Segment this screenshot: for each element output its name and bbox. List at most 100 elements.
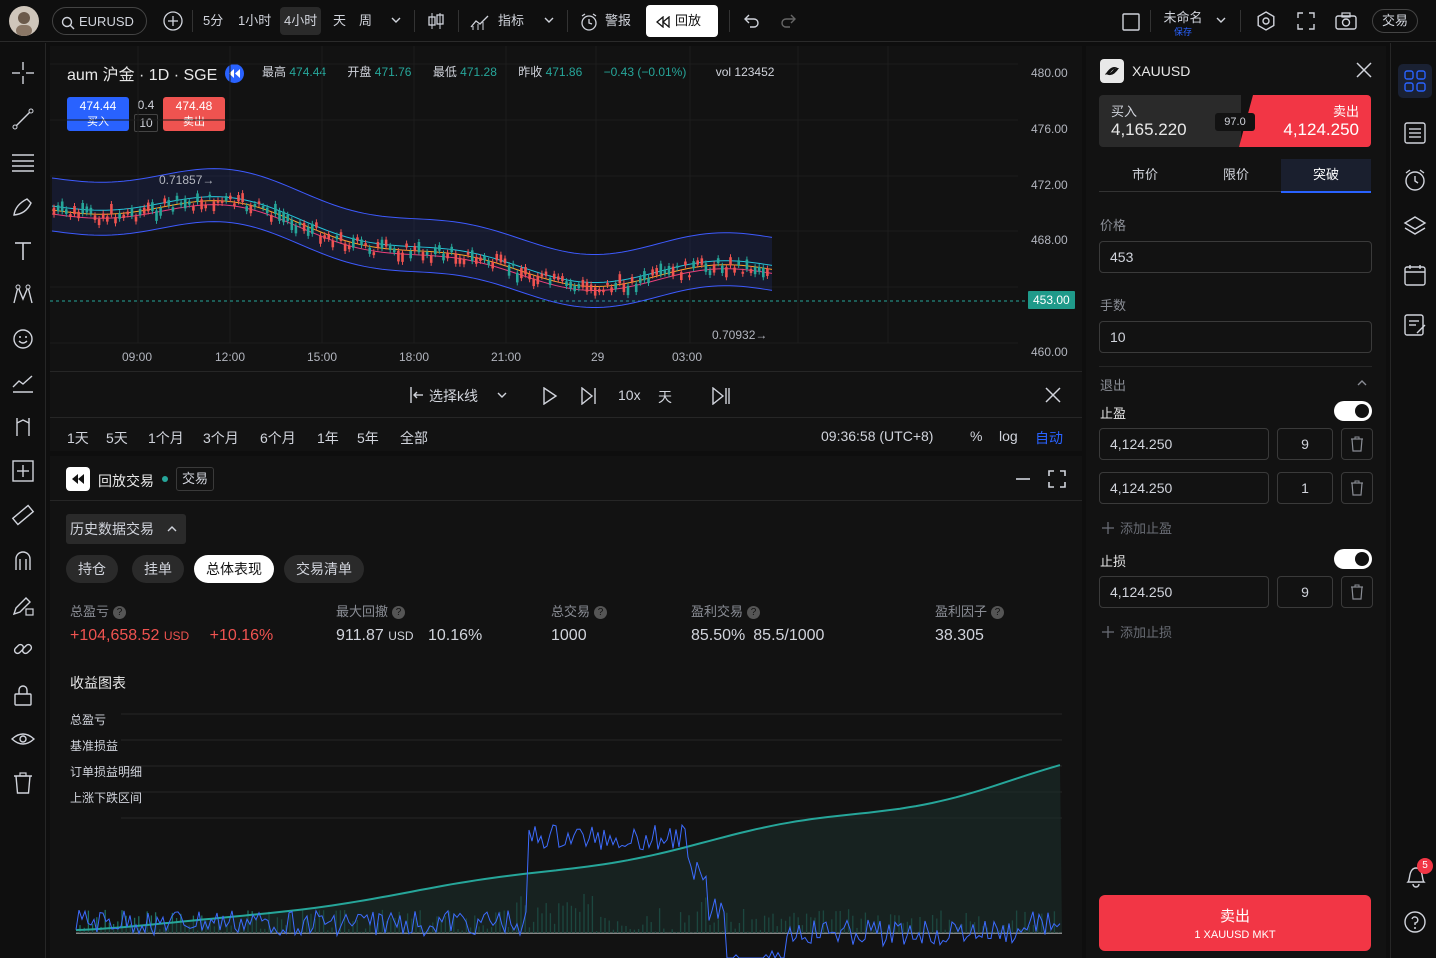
layout-name[interactable]: 未命名 保存: [1160, 7, 1206, 38]
help-icon[interactable]: ?: [392, 606, 406, 620]
range-5d[interactable]: 5天: [106, 428, 128, 448]
close-replay-icon[interactable]: [1044, 386, 1062, 404]
ruler-icon[interactable]: [11, 503, 35, 527]
select-kline-button[interactable]: 选择k线: [407, 386, 478, 406]
range-5y[interactable]: 5年: [357, 428, 379, 448]
replay-unit-selector[interactable]: 天: [658, 387, 672, 407]
range-6m[interactable]: 6个月: [260, 428, 296, 448]
candlestick-icon[interactable]: [426, 11, 446, 39]
chevron-down-icon[interactable]: [1215, 16, 1227, 44]
trend-line-icon[interactable]: [11, 107, 35, 131]
chevron-up-icon[interactable]: [1356, 379, 1368, 387]
add-symbol-icon[interactable]: [162, 10, 184, 38]
maximize-icon[interactable]: [1048, 470, 1066, 488]
order-tab-stop[interactable]: 突破: [1281, 159, 1371, 193]
tab-trade-list[interactable]: 交易清单: [284, 555, 364, 583]
trading-panel-icon[interactable]: [1398, 64, 1432, 98]
alarm-clock-icon[interactable]: [1403, 168, 1427, 192]
emoji-icon[interactable]: [11, 327, 35, 351]
add-stop-loss-button[interactable]: 添加止损: [1102, 622, 1172, 641]
price-input[interactable]: 453: [1099, 241, 1372, 273]
interval-1h[interactable]: 1小时: [238, 7, 271, 35]
user-avatar[interactable]: [9, 6, 39, 36]
range-1y[interactable]: 1年: [317, 428, 339, 448]
percent-scale-toggle[interactable]: %: [970, 428, 982, 444]
layout-square-icon[interactable]: [1121, 12, 1141, 40]
settings-gear-icon[interactable]: [1256, 11, 1276, 39]
trade-tab[interactable]: 交易: [176, 467, 215, 491]
chevron-down-icon[interactable]: [390, 16, 402, 44]
watchlist-icon[interactable]: [1403, 121, 1427, 145]
equity-chart[interactable]: [66, 708, 1066, 958]
lock-icon[interactable]: [11, 683, 35, 707]
interval-week[interactable]: 周: [359, 7, 372, 35]
tp-qty-input-2[interactable]: 1: [1277, 472, 1333, 504]
magnet-icon[interactable]: [11, 549, 35, 573]
tab-overall-performance[interactable]: 总体表现: [194, 555, 274, 583]
alert-button[interactable]: 警报: [579, 7, 631, 35]
sl-qty-input-1[interactable]: 9: [1277, 576, 1333, 608]
crosshair-icon[interactable]: [11, 61, 35, 85]
help-icon[interactable]: ?: [113, 606, 127, 620]
minimize-icon[interactable]: [1016, 478, 1032, 480]
help-icon[interactable]: [1403, 910, 1427, 934]
qty-input[interactable]: 10: [1099, 321, 1372, 353]
order-tab-limit[interactable]: 限价: [1191, 159, 1281, 192]
help-icon[interactable]: ?: [991, 606, 1005, 620]
clock-time[interactable]: 09:36:58 (UTC+8): [821, 428, 933, 444]
chevron-down-icon[interactable]: [496, 391, 508, 401]
trade-button[interactable]: 交易: [1372, 9, 1419, 33]
brush-icon[interactable]: [11, 195, 35, 219]
tp-price-input-1[interactable]: 4,124.250: [1099, 428, 1269, 460]
forecast-icon[interactable]: [11, 371, 35, 395]
log-scale-toggle[interactable]: log: [999, 428, 1018, 444]
fullscreen-icon[interactable]: [1297, 12, 1315, 40]
auto-scale-toggle[interactable]: 自动: [1035, 428, 1063, 448]
interval-4h[interactable]: 4小时: [280, 7, 322, 35]
redo-icon[interactable]: [780, 13, 798, 41]
order-tab-market[interactable]: 市价: [1099, 159, 1191, 192]
help-icon[interactable]: ?: [747, 606, 761, 620]
indicators-button[interactable]: 指标: [470, 7, 524, 35]
pattern-tool-icon[interactable]: [11, 283, 35, 307]
zoom-box-icon[interactable]: [11, 459, 35, 483]
calendar-icon[interactable]: [1403, 263, 1427, 287]
interval-day[interactable]: 天: [333, 7, 346, 35]
history-dropdown[interactable]: 历史数据交易: [66, 514, 186, 544]
fib-lines-icon[interactable]: [11, 151, 35, 175]
y-axis[interactable]: 480.00 476.00 472.00 468.00 453.00 460.0…: [1018, 46, 1082, 371]
tab-positions[interactable]: 持仓: [66, 555, 118, 583]
trash-icon[interactable]: [11, 771, 35, 795]
sell-side-button[interactable]: 卖出 4,124.250: [1246, 95, 1371, 147]
camera-icon[interactable]: [1335, 11, 1357, 39]
price-chart[interactable]: [50, 46, 1082, 371]
pencil-lock-icon[interactable]: [11, 593, 35, 617]
chevron-down-icon[interactable]: [543, 16, 555, 44]
trash-icon[interactable]: [1341, 428, 1373, 460]
layers-icon[interactable]: [1403, 214, 1427, 238]
jump-to-realtime-icon[interactable]: [711, 387, 731, 405]
step-forward-icon[interactable]: [580, 387, 598, 405]
tp-price-input-2[interactable]: 4,124.250: [1099, 472, 1269, 504]
submit-sell-button[interactable]: 卖出 1 XAUUSD MKT: [1099, 895, 1371, 951]
text-tool-icon[interactable]: [11, 239, 35, 263]
range-all[interactable]: 全部: [400, 428, 428, 448]
undo-icon[interactable]: [742, 13, 760, 41]
notes-icon[interactable]: [1403, 313, 1427, 337]
interval-5m[interactable]: 5分: [203, 7, 223, 35]
trash-icon[interactable]: [1341, 576, 1373, 608]
link-icon[interactable]: [11, 637, 35, 661]
range-3m[interactable]: 3个月: [203, 428, 239, 448]
take-profit-toggle[interactable]: [1334, 401, 1372, 421]
eye-icon[interactable]: [11, 727, 35, 751]
replay-button[interactable]: 回放: [646, 5, 718, 37]
help-icon[interactable]: ?: [594, 606, 608, 620]
add-take-profit-button[interactable]: 添加止盈: [1102, 518, 1172, 537]
close-icon[interactable]: [1355, 61, 1373, 79]
tab-pending-orders[interactable]: 挂单: [132, 555, 184, 583]
play-icon[interactable]: [542, 387, 558, 405]
symbol-search[interactable]: EURUSD: [52, 7, 147, 35]
speed-selector[interactable]: 10x: [618, 387, 641, 403]
range-1m[interactable]: 1个月: [148, 428, 184, 448]
range-1d[interactable]: 1天: [67, 428, 89, 448]
